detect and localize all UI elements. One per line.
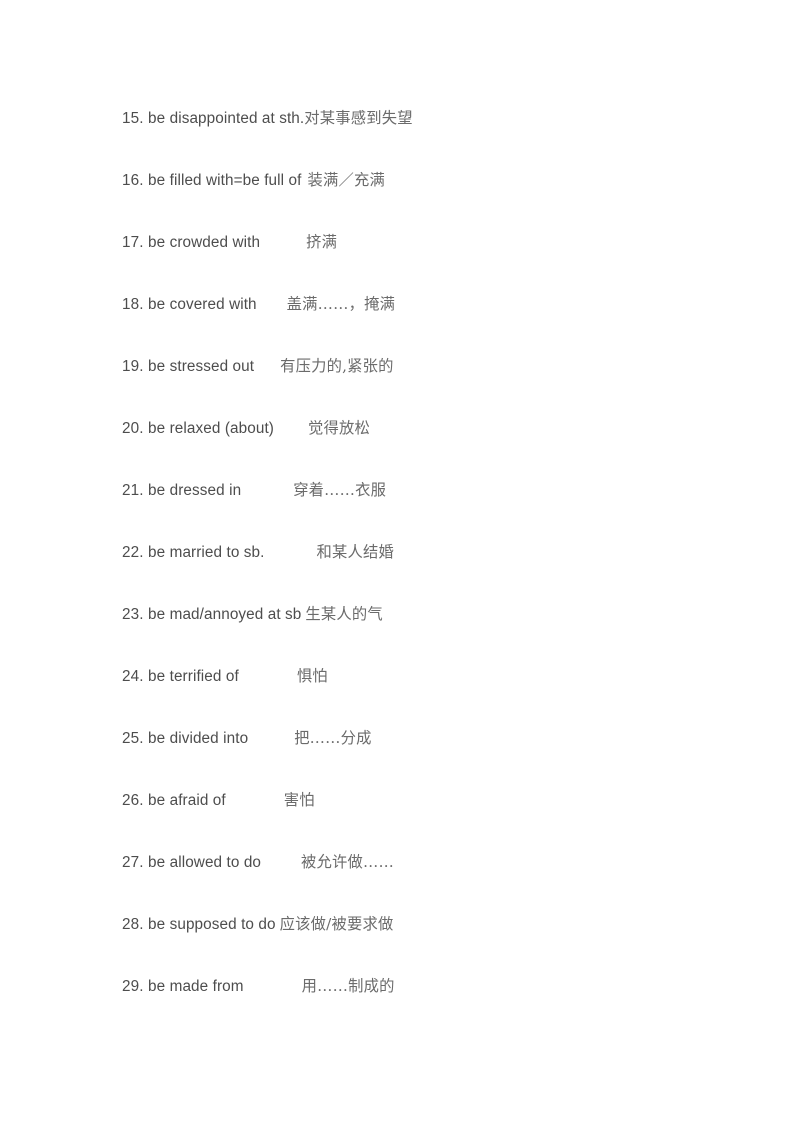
entry-chinese: 有压力的,紧张的 [280, 357, 394, 375]
entry-number: 29. [122, 978, 144, 995]
entry-number: 19. [122, 358, 144, 375]
entry-number: 22. [122, 544, 144, 561]
entry-number: 24. [122, 668, 144, 685]
entry-number: 26. [122, 792, 144, 809]
entry-english: be covered with [148, 296, 257, 313]
entry-english: be filled with=be full of [148, 172, 302, 189]
entry-number: 27. [122, 854, 144, 871]
phrase-entry: 26. be afraid of 害怕 [122, 787, 722, 849]
phrase-entry: 15. be disappointed at sth.对某事感到失望 [122, 105, 722, 167]
entry-english: be disappointed at sth. [148, 110, 305, 127]
entry-chinese: 对某事感到失望 [304, 109, 413, 127]
entry-number: 21. [122, 482, 144, 499]
entry-english: be dressed in [148, 482, 242, 499]
entry-chinese: 装满／充满 [307, 171, 385, 189]
phrase-entry: 28. be supposed to do 应该做/被要求做 [122, 911, 722, 973]
entry-english: be mad/annoyed at sb [148, 606, 302, 623]
phrase-entry: 29. be made from 用……制成的 [122, 973, 722, 1035]
entry-number: 16. [122, 172, 144, 189]
entry-number: 18. [122, 296, 144, 313]
entry-chinese: 盖满……，掩满 [286, 295, 396, 313]
entry-english: be married to sb. [148, 544, 265, 561]
phrase-entry: 18. be covered with 盖满……，掩满 [122, 291, 722, 353]
entry-chinese: 惧怕 [296, 667, 328, 685]
phrase-list: 15. be disappointed at sth.对某事感到失望 16. be… [122, 105, 722, 1035]
entry-english: be supposed to do [148, 916, 276, 933]
phrase-entry: 27. be allowed to do 被允许做…… [122, 849, 722, 911]
entry-number: 23. [122, 606, 144, 623]
entry-chinese: 穿着……衣服 [293, 481, 387, 499]
entry-chinese: 生某人的气 [305, 605, 383, 623]
phrase-entry: 21. be dressed in 穿着……衣服 [122, 477, 722, 539]
entry-chinese: 应该做/被要求做 [279, 915, 394, 933]
entry-english: be made from [148, 978, 244, 995]
entry-chinese: 把……分成 [294, 729, 372, 747]
entry-english: be divided into [148, 730, 249, 747]
entry-english: be crowded with [148, 234, 261, 251]
entry-number: 15. [122, 110, 144, 127]
entry-chinese: 和某人结婚 [316, 543, 395, 561]
entry-english: be relaxed (about) [148, 420, 274, 437]
entry-english: be terrified of [148, 668, 239, 685]
phrase-entry: 25. be divided into 把……分成 [122, 725, 722, 787]
phrase-entry: 22. be married to sb. 和某人结婚 [122, 539, 722, 601]
phrase-entry: 19. be stressed out 有压力的,紧张的 [122, 353, 722, 415]
entry-chinese: 觉得放松 [307, 419, 370, 437]
phrase-entry: 24. be terrified of 惧怕 [122, 663, 722, 725]
entry-english: be afraid of [148, 792, 226, 809]
entry-chinese: 害怕 [283, 791, 315, 809]
phrase-entry: 20. be relaxed (about) 觉得放松 [122, 415, 722, 477]
phrase-entry: 23. be mad/annoyed at sb 生某人的气 [122, 601, 722, 663]
entry-english: be stressed out [148, 358, 255, 375]
entry-number: 17. [122, 234, 144, 251]
phrase-entry: 16. be filled with=be full of 装满／充满 [122, 167, 722, 229]
entry-number: 28. [122, 916, 144, 933]
entry-chinese: 用……制成的 [301, 977, 395, 995]
entry-chinese: 挤满 [306, 233, 338, 251]
phrase-entry: 17. be crowded with 挤满 [122, 229, 722, 291]
document-page: 15. be disappointed at sth.对某事感到失望 16. be… [0, 0, 800, 1132]
entry-english: be allowed to do [148, 854, 262, 871]
entry-chinese: 被允许做…… [301, 853, 395, 871]
entry-number: 20. [122, 420, 144, 437]
entry-number: 25. [122, 730, 144, 747]
